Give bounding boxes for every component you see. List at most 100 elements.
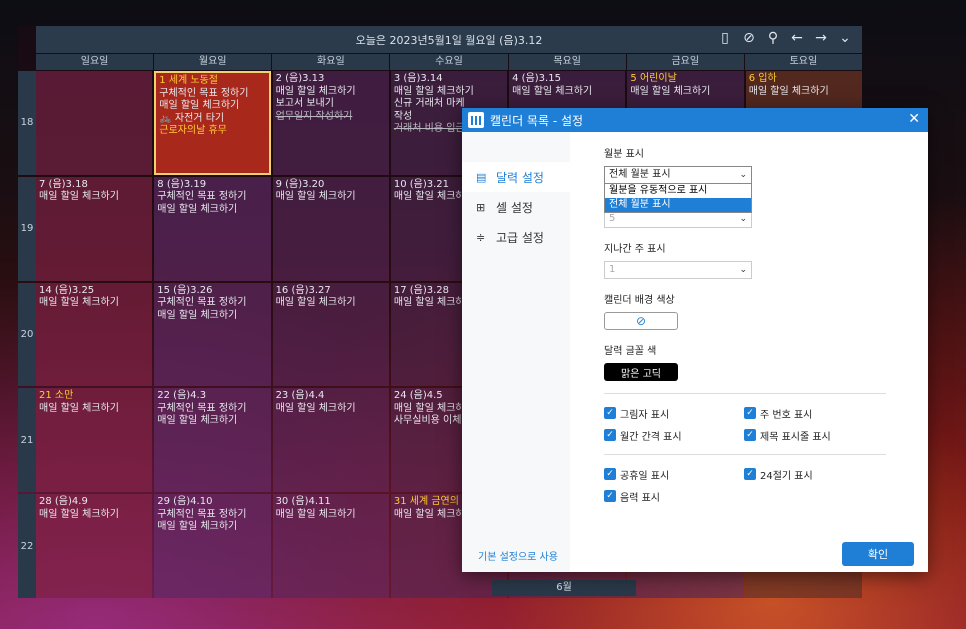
calendar-day-cell[interactable]: 1 세계 노동절 구체적인 목표 정하기 매일 할일 체크하기 🚲 자전거 타기 근로자…	[154, 71, 271, 175]
day-date-label: 5 어린이날	[630, 73, 677, 84]
event-item[interactable]: 매일 할일 체크하기	[394, 86, 504, 99]
week-number: 22	[18, 494, 36, 598]
chevron-down-icon: ⌄	[739, 265, 747, 275]
event-item[interactable]: 매일 할일 체크하기	[512, 86, 622, 99]
dialog-titlebar: 캘린더 목록 - 설정 ✕	[462, 108, 928, 132]
event-item[interactable]: 매일 할일 체크하기	[39, 403, 149, 416]
calendar-app-icon	[468, 112, 484, 128]
day-date-label: 28 (음)4.9	[39, 496, 88, 508]
event-item[interactable]: 근로자의날 휴무	[159, 125, 265, 138]
font-color-button[interactable]: 맑은 고딕	[604, 363, 678, 381]
color-icon[interactable]: ⊘	[742, 30, 756, 46]
event-item[interactable]: 매일 할일 체크하기	[157, 415, 267, 428]
bg-color-button[interactable]: ⊘	[604, 312, 678, 330]
event-item[interactable]: 매일 할일 체크하기	[157, 310, 267, 323]
sliders-icon: ≑	[476, 230, 486, 244]
check-icon: ✓	[744, 468, 756, 480]
event-item[interactable]: 매일 할일 체크하기	[157, 204, 267, 217]
event-item[interactable]: 매일 할일 체크하기	[276, 509, 386, 522]
event-item[interactable]: 구체적인 목표 정하기	[159, 88, 265, 101]
dropdown-option[interactable]: 월분을 유동적으로 표시	[605, 184, 751, 198]
event-item[interactable]: 구체적인 목표 정하기	[157, 297, 267, 310]
calendar-day-cell[interactable]: 9 (음)3.20 매일 할일 체크하기	[272, 176, 389, 281]
ok-button[interactable]: 확인	[842, 542, 914, 566]
day-date-label: 6 입하	[748, 73, 777, 84]
week-number-checkbox[interactable]: ✓ 주 번호 표시	[744, 406, 884, 421]
chevron-down-icon: ⌄	[739, 170, 747, 180]
calendar-header: 오늘은 2023년5월1일 월요일 (음)3.12 ▯ ⊘ ⚲ ← → ⌄	[36, 26, 862, 53]
event-item[interactable]: 구체적인 목표 정하기	[157, 191, 267, 204]
month-display-dropdown: 월분을 유동적으로 표시 전체 월분 표시	[604, 183, 752, 213]
day-date-label: 9 (음)3.20	[275, 178, 325, 190]
sidebar-item-label: 셀 설정	[496, 200, 533, 215]
event-item[interactable]: 매일 할일 체크하기	[159, 100, 265, 113]
chevron-down-icon[interactable]: ⌄	[838, 30, 852, 46]
event-item[interactable]: 업무일지 작성하기	[276, 111, 386, 124]
event-item[interactable]: 보고서 보내기	[276, 98, 386, 111]
calendar-day-cell[interactable]: 23 (음)4.4 매일 할일 체크하기	[272, 388, 389, 493]
event-item[interactable]: 매일 할일 체크하기	[276, 86, 386, 99]
check-icon: ✓	[604, 429, 616, 441]
event-item[interactable]: 매일 할일 체크하기	[749, 86, 859, 99]
dialog-footer: 기본 설정으로 사용 확인	[462, 538, 928, 572]
holiday-checkbox[interactable]: ✓ 공휴일 표시	[604, 467, 744, 482]
event-item[interactable]: 매일 할일 체크하기	[630, 86, 740, 99]
calendar-day-cell[interactable]: 7 (음)3.18 매일 할일 체크하기	[36, 176, 153, 281]
calendar-toolbar: ▯ ⊘ ⚲ ← → ⌄	[718, 30, 852, 46]
calendar-day-cell[interactable]: 2 (음)3.13 매일 할일 체크하기 보고서 보내기 업무일지 작성하기	[272, 71, 389, 175]
next-month-tab[interactable]: 6월	[492, 580, 636, 596]
check-icon: ✓	[744, 429, 756, 441]
calendar-day-cell[interactable]: 15 (음)3.26 구체적인 목표 정하기 매일 할일 체크하기	[154, 282, 271, 387]
shadow-checkbox[interactable]: ✓ 그림자 표시	[604, 406, 744, 421]
event-item[interactable]: 구체적인 목표 정하기	[157, 403, 267, 416]
sidebar-item-advanced-settings[interactable]: ≑ 고급 설정	[462, 222, 570, 252]
check-icon: ✓	[604, 490, 616, 502]
solar-terms-checkbox[interactable]: ✓ 24절기 표시	[744, 467, 884, 482]
sidebar-item-cell-settings[interactable]: ⊞ 셀 설정	[462, 192, 570, 222]
titlebar-checkbox[interactable]: ✓ 제목 표시줄 표시	[744, 428, 884, 443]
calendar-day-cell[interactable]: 28 (음)4.9 매일 할일 체크하기	[36, 494, 153, 598]
weekday-label: 수요일	[390, 54, 508, 70]
calendar-day-cell[interactable]: 8 (음)3.19 구체적인 목표 정하기 매일 할일 체크하기	[154, 176, 271, 281]
dialog-title: 캘린더 목록 - 설정	[490, 113, 584, 128]
day-date-label: 14 (음)3.25	[39, 284, 95, 296]
event-item[interactable]: 매일 할일 체크하기	[39, 191, 149, 204]
event-item[interactable]: 🚲 자전거 타기	[159, 113, 265, 126]
calendar-day-cell[interactable]	[36, 71, 153, 175]
calendar-day-cell[interactable]: 29 (음)4.10 구체적인 목표 정하기 매일 할일 체크하기	[154, 494, 271, 598]
reset-defaults-link[interactable]: 기본 설정으로 사용	[478, 548, 558, 563]
close-icon[interactable]: ✕	[908, 111, 920, 127]
week-number: 20	[18, 282, 36, 387]
next-arrow-icon[interactable]: →	[814, 30, 828, 46]
calendar-day-cell[interactable]: 30 (음)4.11 매일 할일 체크하기	[272, 494, 389, 598]
past-weeks-select[interactable]: 1 ⌄	[604, 261, 752, 279]
calendar-day-cell[interactable]: 22 (음)4.3 구체적인 목표 정하기 매일 할일 체크하기	[154, 388, 271, 493]
checkbox-label: 월간 간격 표시	[620, 431, 682, 443]
event-item[interactable]: 매일 할일 체크하기	[276, 297, 386, 310]
event-item[interactable]: 매일 할일 체크하기	[276, 191, 386, 204]
weekday-header: 일요일 월요일 화요일 수요일 목요일 금요일 토요일	[36, 54, 862, 70]
day-date-label: 16 (음)3.27	[275, 284, 331, 296]
calendar-day-cell[interactable]: 14 (음)3.25 매일 할일 체크하기	[36, 282, 153, 387]
font-color-label: 달력 글꼴 색	[604, 346, 657, 357]
user-icon[interactable]: ⚲	[766, 30, 780, 46]
week-number: 21	[18, 388, 36, 493]
prev-arrow-icon[interactable]: ←	[790, 30, 804, 46]
checkbox-label: 공휴일 표시	[620, 470, 670, 482]
month-display-select[interactable]: 전체 월분 표시 ⌄	[604, 166, 752, 184]
day-date-label: 30 (음)4.11	[275, 496, 331, 508]
event-item[interactable]: 구체적인 목표 정하기	[157, 509, 267, 522]
calendar-day-cell[interactable]: 16 (음)3.27 매일 할일 체크하기	[272, 282, 389, 387]
event-item[interactable]: 매일 할일 체크하기	[39, 509, 149, 522]
mobile-icon[interactable]: ▯	[718, 30, 732, 46]
event-item[interactable]: 매일 할일 체크하기	[157, 521, 267, 534]
settings-sidebar: ▤ 달력 설정 ⊞ 셀 설정 ≑ 고급 설정	[462, 132, 570, 572]
event-item[interactable]: 매일 할일 체크하기	[39, 297, 149, 310]
sidebar-item-calendar-settings[interactable]: ▤ 달력 설정	[462, 162, 570, 192]
calendar-icon: ▤	[476, 170, 487, 184]
month-gap-checkbox[interactable]: ✓ 월간 간격 표시	[604, 428, 744, 443]
event-item[interactable]: 매일 할일 체크하기	[276, 403, 386, 416]
dropdown-option-selected[interactable]: 전체 월분 표시	[605, 198, 751, 212]
lunar-checkbox[interactable]: ✓ 음력 표시	[604, 489, 744, 504]
calendar-day-cell[interactable]: 21 소만 매일 할일 체크하기	[36, 388, 153, 493]
